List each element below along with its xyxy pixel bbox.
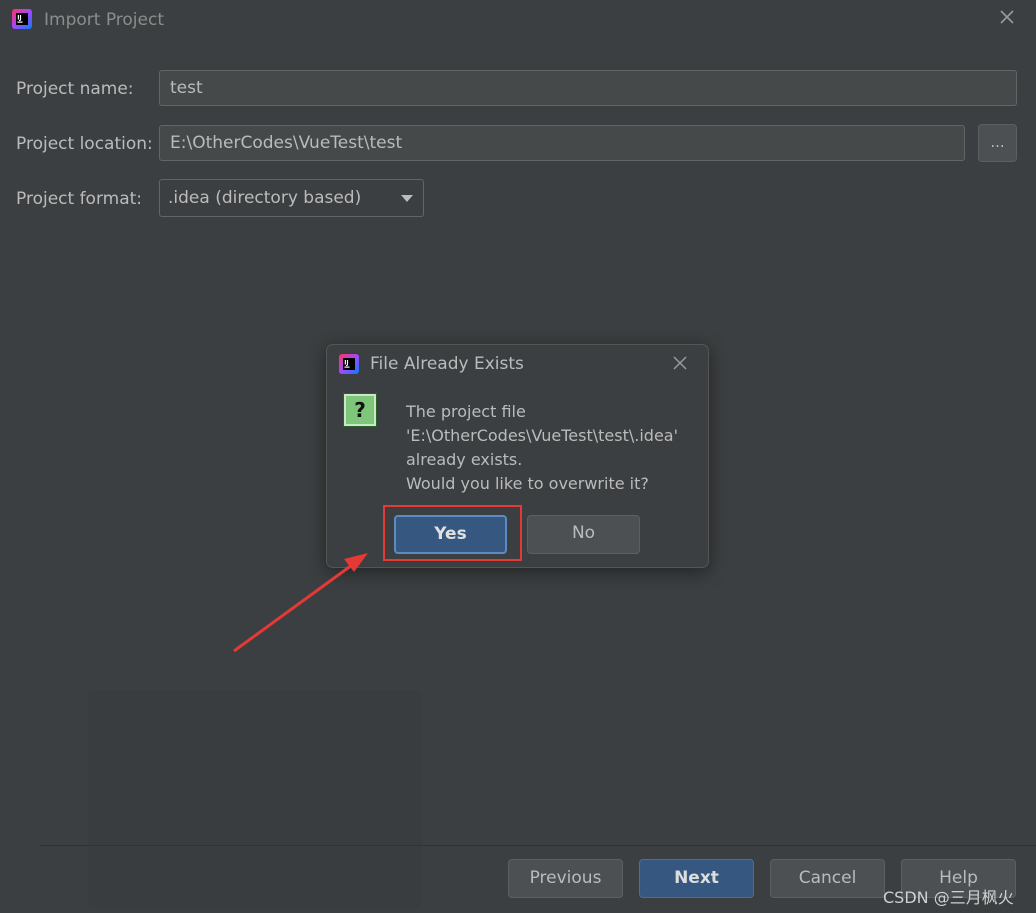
chevron-down-icon [401, 195, 413, 202]
footer-divider [40, 845, 1036, 846]
message-line: 'E:\OtherCodes\VueTest\test\.idea' [406, 426, 678, 445]
browse-button[interactable]: ... [978, 124, 1017, 162]
project-location-input[interactable]: E:\OtherCodes\VueTest\test [159, 125, 965, 161]
project-location-label: Project location: [16, 134, 153, 154]
question-icon: ? [343, 393, 377, 427]
previous-button[interactable]: Previous [508, 859, 623, 898]
next-button[interactable]: Next [639, 859, 754, 898]
project-format-value: .idea (directory based) [168, 188, 362, 208]
dialog-title: File Already Exists [370, 354, 524, 374]
title-bar: IJ Import Project [0, 0, 1036, 40]
project-format-select[interactable]: .idea (directory based) [159, 179, 424, 217]
close-icon[interactable] [998, 8, 1016, 26]
project-name-label: Project name: [16, 79, 134, 99]
message-line: Would you like to overwrite it? [406, 474, 649, 493]
message-line: The project file [406, 402, 526, 421]
svg-text:IJ: IJ [17, 15, 21, 22]
background-panel [88, 690, 422, 908]
close-icon[interactable] [672, 355, 688, 371]
cancel-button[interactable]: Cancel [770, 859, 885, 898]
yes-button[interactable]: Yes [394, 515, 507, 554]
watermark: CSDN @三月枫火 [883, 888, 1014, 907]
svg-text:IJ: IJ [344, 360, 348, 367]
message-line: already exists. [406, 450, 523, 469]
file-exists-dialog: IJ File Already Exists ? The project fil… [326, 344, 709, 568]
dialog-message: The project file 'E:\OtherCodes\VueTest\… [406, 400, 678, 496]
window-title: Import Project [44, 10, 164, 30]
intellij-icon: IJ [339, 354, 359, 374]
project-format-label: Project format: [16, 189, 143, 209]
no-button[interactable]: No [527, 515, 640, 554]
project-name-input[interactable]: test [159, 70, 1017, 106]
intellij-icon: IJ [12, 9, 32, 29]
